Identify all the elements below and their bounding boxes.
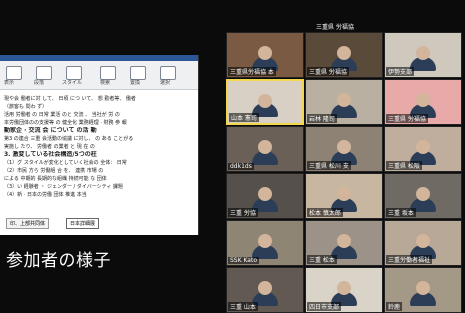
participant-tile[interactable]: 四日市支部: [305, 267, 383, 313]
participant-tile[interactable]: 三重県 松阪: [384, 126, 462, 172]
participant-name: 三重県 松阪: [386, 161, 422, 170]
doc-line: （2）市民 方ら 労働組 合 を、 連携 市場 の: [4, 168, 104, 174]
participant-name: 四日市支部: [307, 302, 342, 311]
doc-line: （3）い 経験者 ・ ジェンダー / ダイバーシティ 課題: [4, 184, 123, 190]
participant-tile[interactable]: 山本 憲司: [226, 79, 304, 125]
title-bar: [0, 55, 198, 61]
style-icon[interactable]: [66, 66, 82, 80]
participant-tile[interactable]: 三重県 松川 支: [305, 126, 383, 172]
participant-tile[interactable]: 鈴鹿: [384, 267, 462, 313]
doc-line: 活用 労働者 の 日常 業活 のと 交流 、 当社が 労 の: [4, 112, 120, 118]
participant-head: [258, 234, 272, 249]
doc-heading: 3. 激変している社会構造/5つの柱: [4, 151, 97, 158]
ribbon-label: スタイル: [62, 80, 83, 86]
doc-line: （4）新 · 日本の労働 団体 推進 本当: [4, 192, 87, 198]
ribbon-label: 置換: [130, 80, 141, 86]
participant-head: [258, 187, 272, 202]
style-icon[interactable]: [36, 66, 52, 80]
detail-button[interactable]: 日本詳細展: [66, 218, 100, 229]
document-body[interactable]: 現や会 働者に対 して、 日頃 につ いて、 想 勤者等、 働者 （旅客も 問わ…: [4, 95, 194, 231]
document-window: 表示 段落 スタイル 検索 置換 選択 現や会 働者に対 して、 日頃 につ い…: [0, 55, 199, 235]
participant-head: [337, 140, 351, 155]
ribbon-label: 段落: [34, 80, 45, 86]
participant-name: 三重県 労福協: [307, 67, 349, 76]
doc-line: 現や会 働者に対 して、 日頃 につ いて、 想 勤者等、 働者: [4, 96, 136, 102]
participant-head: [258, 281, 272, 296]
participant-tile[interactable]: 三重労働者福祉: [384, 220, 462, 266]
paragraph-icon[interactable]: [6, 66, 22, 80]
doc-line: 本労働団体のの支援等 の 健全化 業務経理 · 財務 参 報: [4, 120, 127, 126]
search-icon[interactable]: [100, 66, 116, 80]
participant-name: 三重県労福協 本: [228, 67, 276, 76]
participant-name: 岩林 隆司: [307, 114, 337, 123]
participant-name: SSK Kato: [228, 257, 259, 264]
doc-line: 動家企 · 交流 会 について の活 動: [4, 127, 97, 134]
participant-head: [416, 187, 430, 202]
participant-tile[interactable]: SSK Kato: [226, 220, 304, 266]
participant-tile[interactable]: 伊勢支部: [384, 32, 462, 78]
ribbon-label: 表示: [4, 80, 15, 86]
participant-head: [337, 93, 351, 108]
doc-line: 実施し たり、 労働者 の業者 と 現 在 の: [4, 144, 95, 150]
participant-head: [337, 46, 351, 61]
participant-tile[interactable]: 三重県労福協 本: [226, 32, 304, 78]
participant-name: 三重 松本: [307, 255, 337, 264]
participant-tile[interactable]: 三重 坂本: [384, 173, 462, 219]
participant-head: [337, 187, 351, 202]
participant-name: 三重 坂本: [386, 208, 416, 217]
doc-line: による 中期的 長期的な組織 持続可能 な 団体: [4, 176, 107, 182]
participant-name: 三重労働者福祉: [386, 255, 433, 264]
participant-name: 三重 山本: [228, 302, 258, 311]
doc-line: （旅客も 問わ ず）: [4, 104, 48, 110]
participant-head: [258, 46, 272, 61]
participant-head: [337, 281, 351, 296]
doc-line: 第3 の連合 三重 会活動の協議 に対し、 の ある ことがる: [4, 136, 134, 142]
participant-head: [416, 234, 430, 249]
participant-tile[interactable]: 岩林 隆司: [305, 79, 383, 125]
gallery-top-label: 三重県 労福協: [316, 24, 354, 31]
participant-name: 三重県 松川 支: [307, 161, 351, 170]
participant-head: [416, 93, 430, 108]
participant-name: 松本 慎太郎: [307, 208, 343, 217]
participant-tile[interactable]: 三重県 労福協: [305, 32, 383, 78]
participant-head: [337, 234, 351, 249]
participant-tile[interactable]: 三重 山本: [226, 267, 304, 313]
participant-head: [258, 93, 272, 108]
participant-head: [258, 140, 272, 155]
select-icon[interactable]: [160, 66, 176, 80]
ribbon-label: 検索: [100, 80, 111, 86]
participant-tile[interactable]: 三重 労協: [226, 173, 304, 219]
participant-head: [416, 281, 430, 296]
participant-name: 三重県 労福協: [386, 114, 428, 123]
participant-name: 山本 憲司: [229, 113, 259, 122]
participant-name: 伊勢支部: [386, 67, 415, 76]
participant-name: 三重 労協: [228, 208, 258, 217]
participant-tile[interactable]: ddk1ds: [226, 126, 304, 172]
doc-line: （1）グ スタイルが変化としていく社会の 全体： 日常: [4, 160, 127, 166]
caption: 参加者の様子: [6, 251, 111, 271]
participant-head: [416, 46, 430, 61]
participant-tile[interactable]: 三重県 労福協: [384, 79, 462, 125]
participant-gallery: 三重県 労福協 三重県労福協 本三重県 労福協 伊勢支部 山本 憲司 岩林 隆司 三重県…: [226, 18, 465, 313]
status-label: 印、上部共同体: [6, 218, 50, 229]
participant-head: [416, 140, 430, 155]
ribbon-toolbar: 表示 段落 スタイル 検索 置換 選択: [0, 55, 198, 90]
participant-tile[interactable]: 松本 慎太郎: [305, 173, 383, 219]
participant-name: 鈴鹿: [386, 302, 403, 311]
participant-tile[interactable]: 三重 松本: [305, 220, 383, 266]
participant-name: ddk1ds: [228, 163, 254, 170]
ribbon-label: 選択: [160, 80, 171, 86]
replace-icon[interactable]: [130, 66, 146, 80]
